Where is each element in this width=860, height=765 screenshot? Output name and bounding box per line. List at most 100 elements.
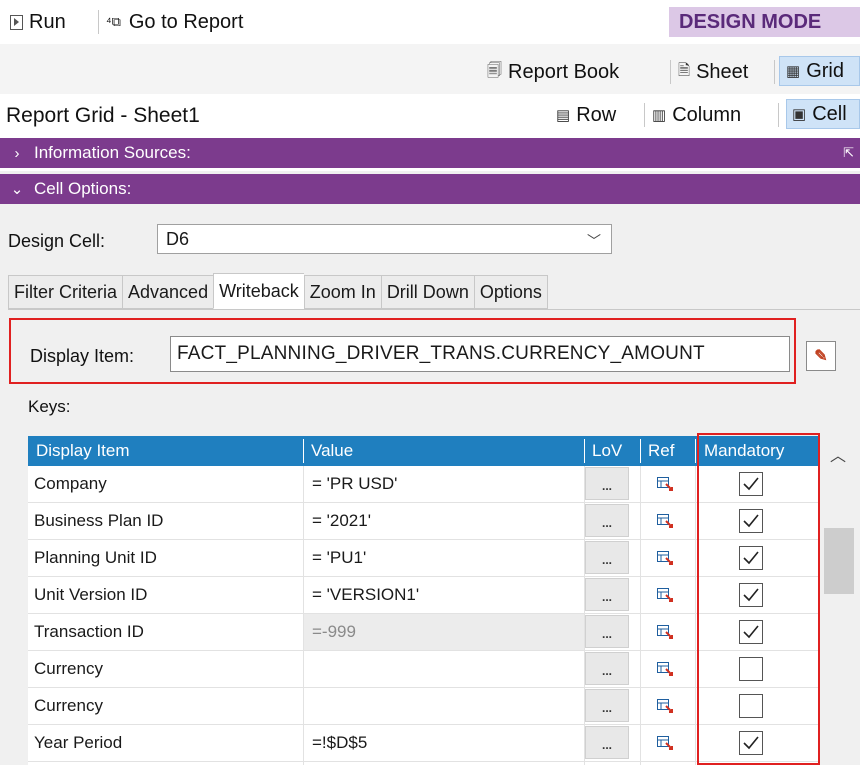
row-value-field[interactable]: = 'VERSION1' <box>304 577 584 613</box>
row-value-field[interactable]: = 'PU1' <box>304 540 584 576</box>
view-divider <box>644 103 645 127</box>
reference-icon[interactable] <box>657 551 673 565</box>
row-value-field[interactable] <box>304 651 584 687</box>
chevron-right-icon: › <box>14 144 20 162</box>
reference-icon[interactable] <box>657 662 673 676</box>
row-display-item: Business Plan ID <box>34 511 164 530</box>
header-divider <box>584 439 585 463</box>
design-cell-value: D6 <box>166 228 190 249</box>
column-header-ref[interactable]: Ref <box>648 436 674 466</box>
row-value-field[interactable]: = 'PR USD' <box>304 466 584 502</box>
design-cell-label: Design Cell: <box>8 231 106 251</box>
report-book-button[interactable]: 🗐 Report Book <box>487 57 619 87</box>
tab-filter-criteria[interactable]: Filter Criteria <box>8 275 123 309</box>
cell-button[interactable]: ▣ Cell <box>786 99 860 129</box>
chevron-down-icon: ﹀ <box>587 233 601 249</box>
row-display-item: Company <box>34 474 107 493</box>
run-icon <box>10 14 23 30</box>
lov-button[interactable]: ... <box>585 726 629 759</box>
header-divider <box>640 439 641 463</box>
reference-icon[interactable] <box>657 514 673 528</box>
column-header-value[interactable]: Value <box>311 436 353 466</box>
tab-advanced[interactable]: Advanced <box>122 275 214 309</box>
tab-underline <box>8 309 860 310</box>
design-cell-select[interactable]: D6 ﹀ <box>157 224 612 254</box>
chevron-down-icon: ⌄ <box>10 181 24 198</box>
tab-writeback[interactable]: Writeback <box>213 273 304 309</box>
row-display-item: Currency <box>34 696 103 715</box>
scrollbar-thumb[interactable] <box>824 528 854 594</box>
reference-icon[interactable] <box>657 588 673 602</box>
reference-icon[interactable] <box>657 477 673 491</box>
grid-label: Grid <box>806 59 844 82</box>
go-to-report-button[interactable]: ⁴⧉ Go to Report <box>106 8 243 36</box>
scroll-up-icon[interactable]: ︿ <box>830 442 846 466</box>
run-label: Run <box>29 10 66 33</box>
reference-icon[interactable] <box>657 736 673 750</box>
reference-icon[interactable] <box>657 699 673 713</box>
cell-icon: ▣ <box>792 106 807 123</box>
column-button[interactable]: ▥ Column <box>652 100 741 130</box>
row-value-field[interactable]: =!$D$5 <box>304 725 584 761</box>
tab-options[interactable]: Options <box>473 275 548 309</box>
view-divider <box>670 60 671 84</box>
row-label: Row <box>576 103 617 126</box>
row-icon: ▤ <box>556 107 571 124</box>
view-divider <box>778 103 779 127</box>
toolbar-divider <box>98 10 99 34</box>
reference-icon[interactable] <box>657 625 673 639</box>
column-label: Column <box>672 103 742 126</box>
view-divider <box>774 60 775 84</box>
lov-button[interactable]: ... <box>585 652 629 685</box>
design-mode-badge: DESIGN MODE <box>669 7 860 37</box>
information-sources-label: Information Sources: <box>34 143 191 162</box>
cell-label: Cell <box>812 102 847 125</box>
keys-label: Keys: <box>28 397 71 416</box>
column-icon: ▥ <box>652 107 667 124</box>
sheet-label: Sheet <box>696 60 749 83</box>
grid-scrollbar[interactable] <box>822 436 860 765</box>
column-header-display-item[interactable]: Display Item <box>36 436 130 466</box>
report-book-label: Report Book <box>508 60 620 83</box>
mandatory-column-highlight <box>697 433 820 765</box>
lov-button[interactable]: ... <box>585 504 629 537</box>
grid-icon: ▦ <box>786 63 801 80</box>
cell-options-tabs: Filter Criteria Advanced Writeback Zoom … <box>8 273 548 309</box>
go-to-report-icon: ⁴⧉ <box>106 14 121 29</box>
row-button[interactable]: ▤ Row <box>556 100 616 130</box>
cell-options-label: Cell Options: <box>34 179 132 198</box>
edit-expression-button[interactable]: ✎ <box>806 341 836 371</box>
sheet-icon: 🗎 <box>678 61 691 79</box>
lov-button[interactable]: ... <box>585 467 629 500</box>
lov-button[interactable]: ... <box>585 689 629 722</box>
go-to-report-label: Go to Report <box>128 10 244 33</box>
cell-options-header[interactable]: ⌄ Cell Options: <box>0 174 860 204</box>
row-display-item: Currency <box>34 659 103 678</box>
section-gap <box>0 168 860 171</box>
row-display-item: Year Period <box>34 733 123 752</box>
row-display-item: Transaction ID <box>34 622 144 641</box>
display-item-label: Display Item: <box>30 346 135 366</box>
row-display-item: Unit Version ID <box>34 585 148 604</box>
page-title: Report Grid - Sheet1 <box>6 104 200 127</box>
run-button[interactable]: Run <box>10 8 66 36</box>
header-divider <box>303 439 304 463</box>
information-sources-header[interactable]: › Information Sources: ⇱ <box>0 138 860 168</box>
row-value-field: =-999 <box>304 614 584 650</box>
tab-zoom-in[interactable]: Zoom In <box>303 275 381 309</box>
collapse-panel-icon[interactable]: ⇱ <box>843 145 854 161</box>
lov-button[interactable]: ... <box>585 541 629 574</box>
edit-expression-icon: ✎ <box>814 348 828 365</box>
sheet-button[interactable]: 🗎 Sheet <box>678 57 748 87</box>
report-book-icon: 🗐 <box>487 61 502 79</box>
row-display-item: Planning Unit ID <box>34 548 157 567</box>
row-value-field[interactable]: = '2021' <box>304 503 584 539</box>
row-value-field[interactable] <box>304 688 584 724</box>
display-item-field[interactable]: FACT_PLANNING_DRIVER_TRANS.CURRENCY_AMOU… <box>170 336 790 372</box>
lov-button[interactable]: ... <box>585 615 629 648</box>
column-header-lov[interactable]: LoV <box>592 436 622 466</box>
header-divider <box>695 439 696 463</box>
tab-drill-down[interactable]: Drill Down <box>380 275 474 309</box>
grid-button[interactable]: ▦ Grid <box>779 56 860 86</box>
lov-button[interactable]: ... <box>585 578 629 611</box>
